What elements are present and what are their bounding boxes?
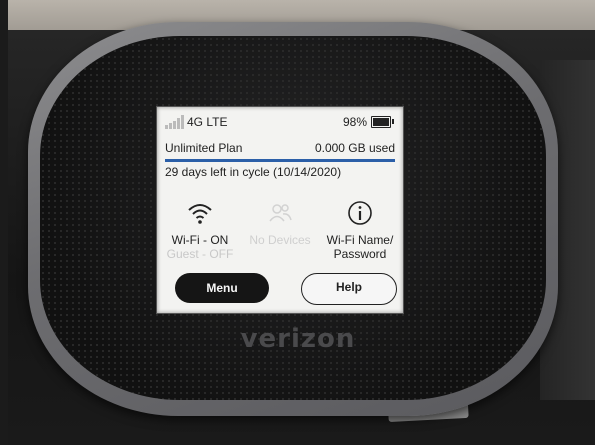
network-type: 4G LTE (187, 115, 228, 129)
usage-bar (165, 159, 395, 162)
tile-wifi[interactable]: Wi-Fi - ON Guest - OFF (159, 199, 241, 261)
device-screen: 4G LTE 98% Unlimited Plan 0.000 GB used … (156, 106, 404, 314)
battery-fill (373, 118, 389, 126)
tile-wifi-name-label: Wi-Fi Name/ (326, 233, 394, 247)
plan-name: Unlimited Plan (165, 141, 243, 155)
menu-button[interactable]: Menu (175, 273, 269, 303)
tile-wifi-label: Wi-Fi - ON (171, 233, 229, 247)
battery-percent: 98% (342, 115, 367, 129)
plan-usage: 0.000 GB used (314, 141, 395, 155)
left-frame-edge (0, 0, 8, 445)
plan-row[interactable]: Unlimited Plan 0.000 GB used (165, 141, 395, 157)
tile-wifi-name[interactable]: Wi-Fi Name/ Password (319, 199, 401, 261)
quick-tiles: Wi-Fi - ON Guest - OFF No Devices Wi-Fi … (157, 199, 403, 263)
signal-strength-icon (165, 115, 187, 129)
tile-wifi-name-sublabel: Password (333, 247, 387, 261)
tile-devices[interactable]: No Devices (239, 199, 321, 247)
tile-wifi-sublabel: Guest - OFF (166, 247, 234, 261)
battery-icon (371, 116, 394, 128)
devices-icon (269, 204, 292, 222)
help-button[interactable]: Help (301, 273, 397, 305)
verizon-logo: verizon (240, 324, 356, 354)
status-bar: 4G LTE 98% (165, 113, 395, 131)
tile-devices-label: No Devices (249, 233, 311, 247)
billing-cycle: 29 days left in cycle (10/14/2020) (165, 165, 342, 179)
wifi-icon (188, 204, 212, 224)
info-icon (348, 201, 372, 225)
